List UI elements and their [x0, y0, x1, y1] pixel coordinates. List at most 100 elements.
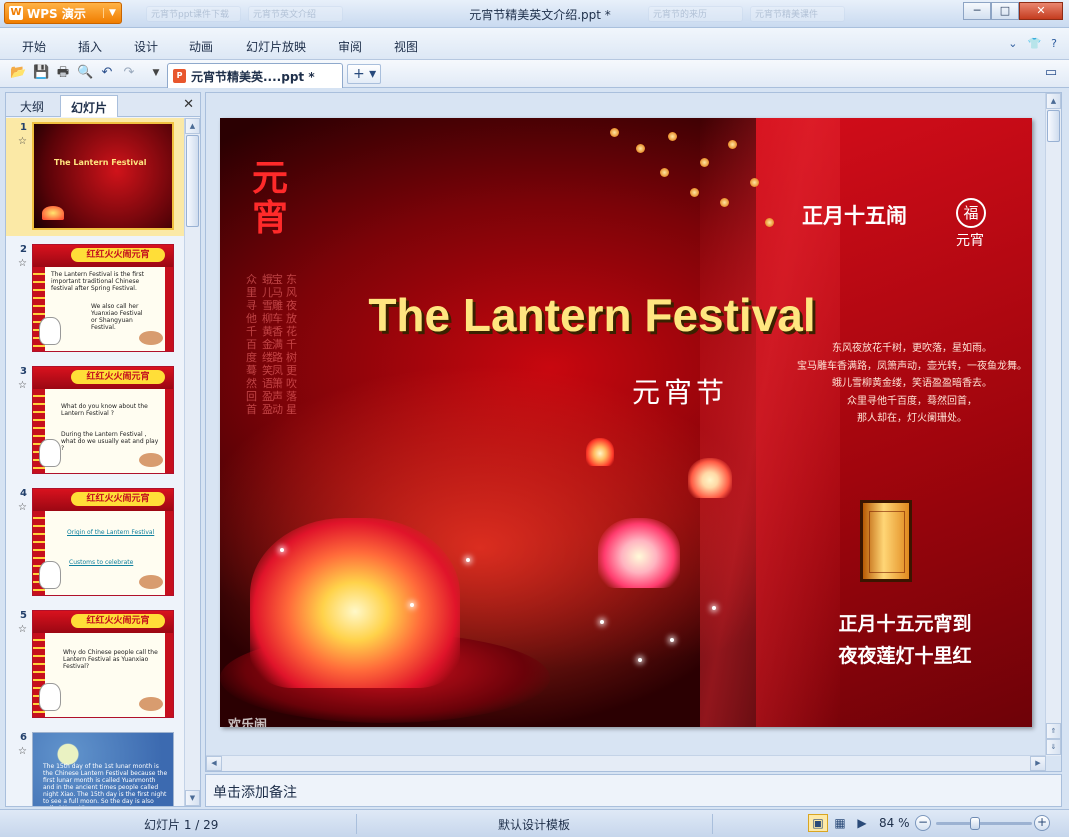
mooncake-image — [139, 575, 163, 589]
menu-insert[interactable]: 插入 — [78, 38, 102, 55]
quick-access-toolbar: 📂 💾 🖶 🔍 ↶ ↷ ▼ P 元宵节精美英....ppt * + ▾ ▭ — [0, 60, 1069, 88]
minimize-button[interactable]: ─ — [963, 2, 991, 20]
document-tab[interactable]: P 元宵节精美英....ppt * — [167, 63, 343, 88]
status-bar: 幻灯片 1 / 29 默认设计模板 ▣ ▦ ▶ 84 % − + — [0, 809, 1069, 837]
next-slide-icon[interactable]: ⇓ — [1046, 739, 1061, 755]
close-icon[interactable]: ✕ — [183, 97, 194, 112]
rabbit-image — [39, 683, 61, 711]
banner-text: 红红火火闹元宵 — [71, 492, 165, 506]
paper-lantern-image — [860, 500, 912, 582]
scroll-up-icon[interactable]: ▲ — [185, 118, 200, 134]
new-tab-button[interactable]: + ▾ — [347, 64, 381, 84]
collapse-ribbon-icon[interactable]: ⌄ — [1008, 37, 1017, 50]
notes-pane[interactable]: 单击添加备注 — [205, 774, 1062, 807]
zoom-out-icon[interactable]: − — [915, 815, 931, 831]
menu-design[interactable]: 设计 — [134, 38, 158, 55]
wps-app-menu-button[interactable]: W WPS 演示 ▼ — [4, 2, 122, 24]
thumbnail-list: 1 ☆ The Lantern Festival 2 ☆ 红红火火闹元宵 The… — [6, 118, 184, 806]
slide-canvas[interactable]: 元宵 众里寻他千百度蓦然回首 蛾儿雪柳黄金缕笑语盈盈 宝马雕车香满路凤箫声动 东… — [220, 118, 1032, 727]
template-name[interactable]: 默认设计模板 — [498, 816, 570, 833]
slide-thumbnail[interactable]: 红红火火闹元宵 What do you know about the Lante… — [32, 366, 174, 474]
document-tab-label: 元宵节精美英....ppt * — [191, 69, 315, 84]
menu-review[interactable]: 审阅 — [338, 38, 362, 55]
plum-blossom-branch — [580, 118, 780, 248]
slide-horizontal-scrollbar[interactable]: ◀ ▶ — [206, 755, 1046, 771]
normal-view-icon[interactable]: ▣ — [808, 814, 828, 832]
print-preview-icon[interactable]: 🔍 — [77, 65, 93, 81]
menu-slideshow[interactable]: 幻灯片放映 — [246, 38, 306, 55]
help-icon[interactable]: ? — [1051, 37, 1057, 50]
title-bar: W WPS 演示 ▼ 元宵节ppt课件下载 元宵节英文介绍 元宵节的来历 元宵节… — [0, 0, 1069, 28]
background-window-tab[interactable]: 元宵节精美课件 — [750, 6, 845, 22]
slide-editing-area: 元宵 众里寻他千百度蓦然回首 蛾儿雪柳黄金缕笑语盈盈 宝马雕车香满路凤箫声动 东… — [205, 92, 1062, 772]
slide-number: 6 — [20, 732, 27, 743]
decorative-border — [165, 267, 173, 351]
scrollbar-thumb[interactable] — [1047, 110, 1060, 142]
scrollbar-thumb[interactable] — [186, 135, 199, 227]
menu-view[interactable]: 视图 — [394, 38, 418, 55]
background-window-tab[interactable]: 元宵节英文介绍 — [248, 6, 343, 22]
poem-line: 那人却在，灯火阑珊处。 — [857, 413, 967, 424]
slide-thumbnail[interactable]: The Lantern Festival — [32, 122, 174, 230]
background-window-tab[interactable]: 元宵节ppt课件下载 — [146, 6, 241, 22]
chevron-down-icon: ▼ — [103, 8, 121, 18]
slide-thumbnail[interactable]: 红红火火闹元宵 Origin of the Lantern Festival C… — [32, 488, 174, 596]
star-icon: ☆ — [18, 746, 27, 757]
save-icon[interactable]: 💾 — [33, 65, 49, 81]
status-divider — [712, 814, 713, 834]
menu-home[interactable]: 开始 — [22, 38, 46, 55]
festive-banner: 红红火火闹元宵 — [33, 367, 173, 389]
maximize-button[interactable]: □ — [991, 2, 1019, 20]
slide-number: 5 — [20, 610, 27, 621]
banner-text: 红红火火闹元宵 — [71, 370, 165, 384]
scroll-left-icon[interactable]: ◀ — [206, 756, 222, 771]
scroll-right-icon[interactable]: ▶ — [1030, 756, 1046, 771]
slide-title[interactable]: The Lantern Festival — [332, 288, 852, 342]
redo-icon[interactable]: ↷ — [121, 65, 137, 81]
slide-thumbnail-row[interactable]: 6 ☆ The 15th day of the 1st lunar month … — [6, 728, 184, 806]
scroll-down-icon[interactable]: ▼ — [185, 790, 200, 806]
slide-thumbnail-row[interactable]: 2 ☆ 红红火火闹元宵 The Lantern Festival is the … — [6, 240, 184, 358]
slide-thumbnail[interactable]: The 15th day of the 1st lunar month is t… — [32, 732, 174, 806]
zoom-slider[interactable] — [936, 817, 1032, 830]
poem-block[interactable]: 东风夜放花千树，更吹落，星如雨。 宝马雕车香满路，凤箫声动，壶光转，一夜鱼龙舞。… — [792, 340, 1032, 428]
slide-thumbnail-row[interactable]: 4 ☆ 红红火火闹元宵 Origin of the Lantern Festiv… — [6, 484, 184, 602]
slideshow-icon[interactable]: ▶ — [852, 814, 872, 832]
menu-animation[interactable]: 动画 — [189, 38, 213, 55]
thumbnail-link: Customs to celebrate — [69, 559, 134, 566]
banner-text: 红红火火闹元宵 — [71, 248, 165, 262]
close-button[interactable]: ✕ — [1019, 2, 1063, 20]
motto-sub-text: 元宵 — [956, 233, 984, 249]
slide-vertical-scrollbar[interactable]: ▲ ⇑ ⇓ — [1045, 93, 1061, 756]
slide-thumbnail[interactable]: 红红火火闹元宵 The Lantern Festival is the firs… — [32, 244, 174, 352]
lotus-lantern-image — [598, 518, 680, 588]
festive-banner: 红红火火闹元宵 — [33, 245, 173, 267]
tab-slides[interactable]: 幻灯片 — [60, 95, 119, 117]
notes-placeholder: 单击添加备注 — [213, 785, 297, 801]
slide-cn-title[interactable]: 元宵节 — [632, 371, 728, 411]
thumbnail-scrollbar[interactable]: ▲ ▼ — [184, 118, 200, 806]
zoom-slider-handle[interactable] — [970, 817, 980, 830]
print-icon[interactable]: 🖶 — [55, 65, 71, 81]
open-icon[interactable]: 📂 — [10, 65, 26, 81]
poem-line: 宝马雕车香满路，凤箫声动，壶光转，一夜鱼龙舞。 — [797, 360, 1027, 372]
couplet-block[interactable]: 正月十五元宵到 夜夜莲灯十里红 — [820, 608, 990, 672]
slide-sorter-icon[interactable]: ▦ — [830, 814, 850, 832]
menu-right-tools: ⌄ 👕 ? — [1008, 37, 1057, 50]
zoom-in-icon[interactable]: + — [1034, 815, 1050, 831]
slide-thumbnail[interactable]: 红红火火闹元宵 Why do Chinese people call the L… — [32, 610, 174, 718]
tab-outline[interactable]: 大纲 — [10, 95, 54, 117]
vertical-title: 元宵 — [251, 157, 288, 239]
sparkle-icon — [280, 548, 284, 552]
skin-icon[interactable]: 👕 — [1027, 37, 1041, 50]
restore-layout-icon[interactable]: ▭ — [1043, 65, 1059, 81]
undo-icon[interactable]: ↶ — [99, 65, 115, 81]
scroll-up-icon[interactable]: ▲ — [1046, 93, 1061, 109]
slide-thumbnail-row[interactable]: 3 ☆ 红红火火闹元宵 What do you know about the L… — [6, 362, 184, 480]
slide-thumbnail-row[interactable]: 5 ☆ 红红火火闹元宵 Why do Chinese people call t… — [6, 606, 184, 724]
slide-thumbnail-row[interactable]: 1 ☆ The Lantern Festival — [6, 118, 184, 236]
previous-slide-icon[interactable]: ⇑ — [1046, 723, 1061, 739]
fu-seal: 福 — [956, 198, 986, 228]
customize-icon[interactable]: ▼ — [148, 65, 164, 81]
background-window-tab[interactable]: 元宵节的来历 — [648, 6, 743, 22]
